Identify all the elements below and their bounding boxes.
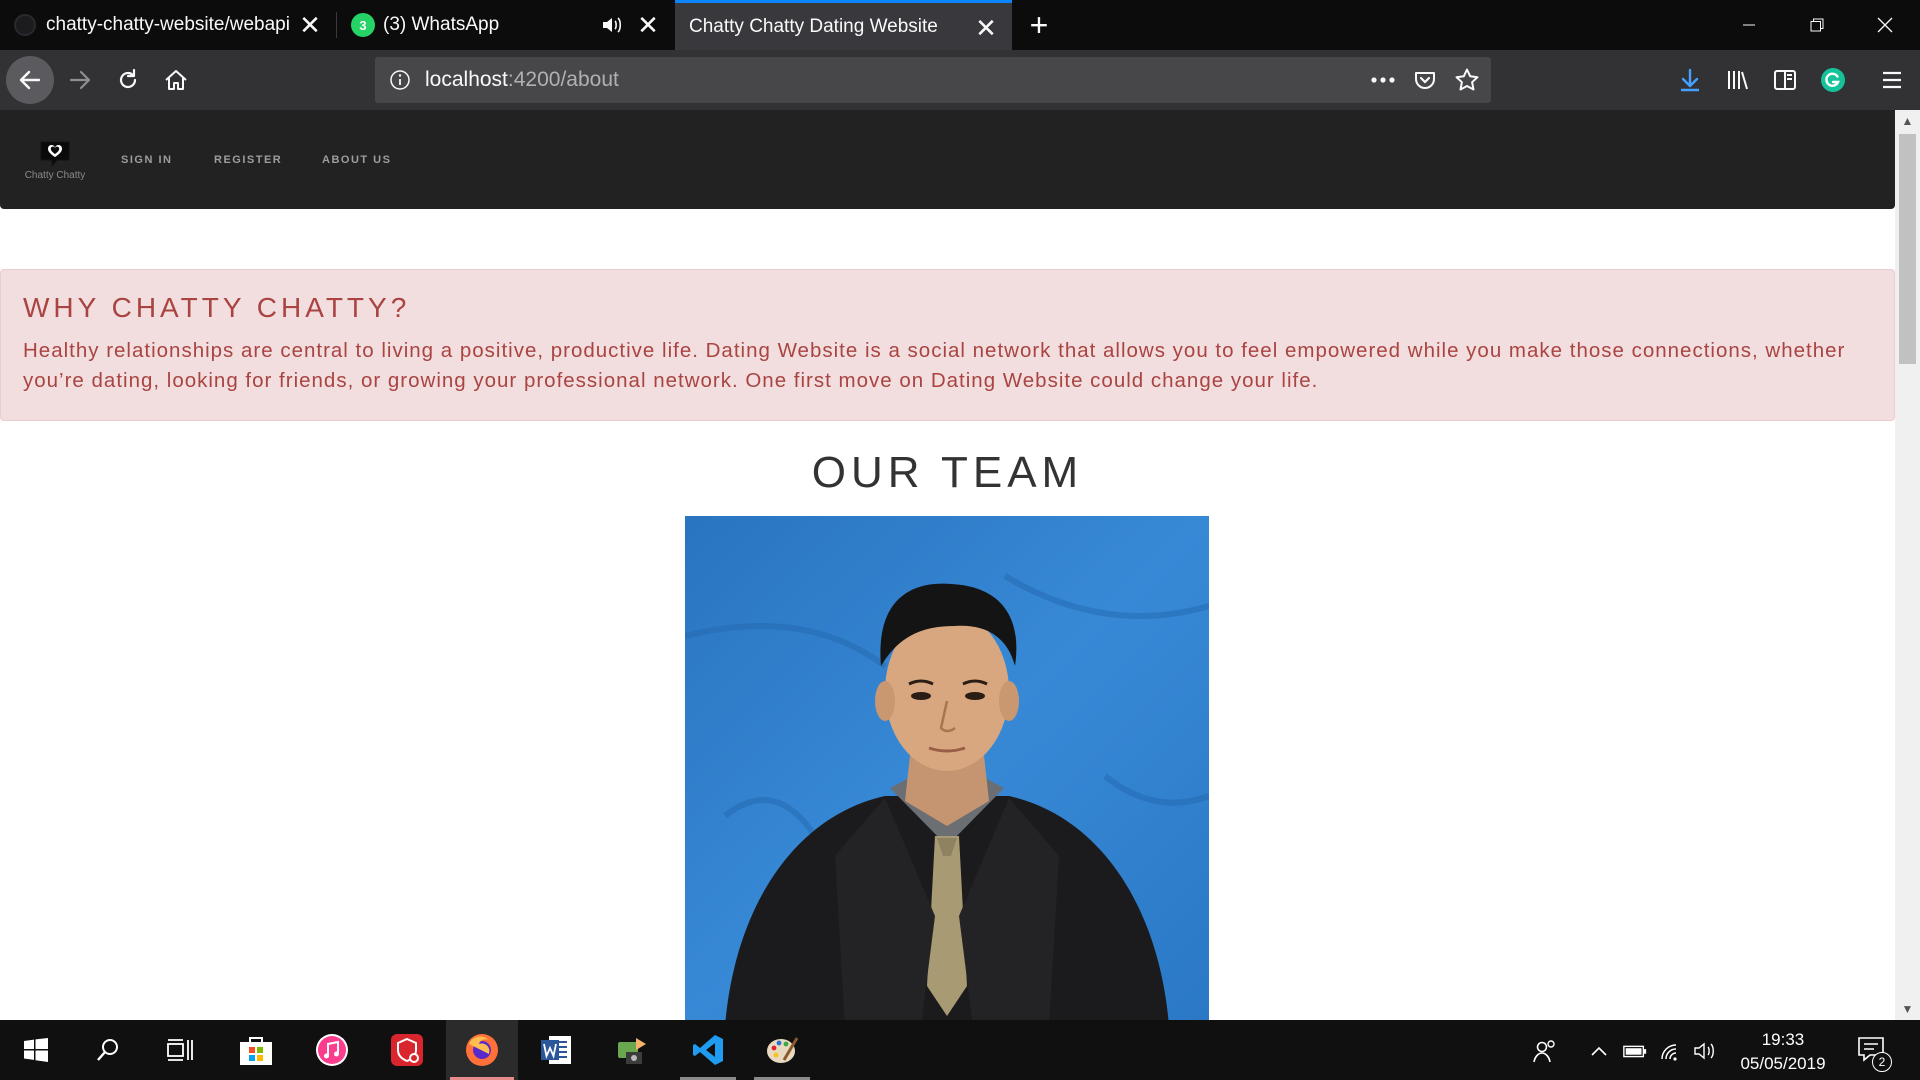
shield-app-icon: [391, 1034, 423, 1066]
firefox-app[interactable]: [446, 1020, 518, 1080]
task-view-button[interactable]: [148, 1020, 212, 1080]
task-view-icon: [167, 1039, 193, 1061]
word-icon: [541, 1036, 571, 1064]
scroll-up-arrow[interactable]: ▲: [1895, 110, 1920, 132]
site-info-icon[interactable]: [389, 69, 411, 91]
tab-whatsapp[interactable]: 3 (3) WhatsApp ✕: [337, 0, 674, 50]
antivirus-app[interactable]: [375, 1020, 439, 1080]
wifi-icon[interactable]: [1659, 1038, 1685, 1064]
menu-icon[interactable]: [1872, 60, 1912, 100]
people-icon[interactable]: [1532, 1038, 1558, 1064]
speaker-icon[interactable]: [600, 13, 624, 37]
url-text[interactable]: localhost:4200/about: [425, 68, 619, 92]
scroll-thumb[interactable]: [1899, 134, 1916, 364]
store-icon: [240, 1037, 272, 1065]
browser-tab-strip: chatty-chatty-website/webapi ✕ 3 (3) Wha…: [0, 0, 1920, 50]
windows-icon: [24, 1038, 48, 1062]
page-scrollbar[interactable]: ▲ ▼: [1895, 110, 1920, 1020]
back-button[interactable]: [6, 56, 54, 104]
clock-time: 19:33: [1761, 1030, 1805, 1049]
alert-body: Healthy relationships are central to liv…: [23, 339, 1846, 392]
store-app[interactable]: [224, 1020, 288, 1080]
search-icon: [97, 1039, 118, 1061]
library-icon[interactable]: [1718, 60, 1758, 100]
team-member-photo: [685, 516, 1209, 1020]
downloads-icon[interactable]: [1670, 60, 1710, 100]
chat-heart-icon: [40, 141, 70, 168]
pocket-icon[interactable]: [1411, 66, 1439, 94]
minimize-button[interactable]: [1714, 0, 1784, 50]
alert-heading: WHY CHATTY CHATTY?: [23, 292, 411, 323]
page-actions-icon[interactable]: [1369, 66, 1397, 94]
url-path: :4200/about: [507, 68, 619, 91]
url-bar[interactable]: localhost:4200/about: [375, 57, 1491, 103]
site-logo[interactable]: Chatty Chatty: [22, 140, 88, 184]
clock-date: 05/05/2019: [1740, 1054, 1826, 1073]
paint-app[interactable]: [750, 1020, 814, 1080]
network-app-icon: [618, 1038, 646, 1064]
close-window-button[interactable]: [1850, 0, 1920, 50]
whatsapp-badge: 3: [359, 17, 367, 33]
close-tab-icon[interactable]: ✕: [636, 12, 660, 38]
system-clock[interactable]: 19:33 05/05/2019: [1728, 1028, 1838, 1076]
battery-icon[interactable]: [1622, 1038, 1648, 1064]
forward-button[interactable]: [56, 56, 104, 104]
show-hidden-icons-chevron-icon[interactable]: [1586, 1038, 1612, 1064]
nav-register[interactable]: REGISTER: [214, 154, 282, 166]
tab-github[interactable]: chatty-chatty-website/webapi ✕: [0, 0, 336, 50]
paint-palette-icon: [767, 1037, 799, 1063]
github-icon: [14, 14, 36, 36]
whatsapp-icon: 3: [351, 13, 375, 37]
tab-title: Chatty Chatty Dating Website: [689, 15, 938, 37]
site-navbar: Chatty Chatty SIGN IN REGISTER ABOUT US: [0, 110, 1895, 209]
nav-about-us[interactable]: ABOUT US: [322, 154, 391, 166]
close-tab-icon[interactable]: ✕: [298, 12, 322, 38]
url-host: localhost: [425, 68, 508, 91]
restore-button[interactable]: [1782, 0, 1852, 50]
firefox-icon: [466, 1034, 498, 1066]
page-viewport: Chatty Chatty SIGN IN REGISTER ABOUT US …: [0, 110, 1895, 1020]
scroll-down-arrow[interactable]: ▼: [1895, 998, 1920, 1020]
vscode-app[interactable]: [676, 1020, 740, 1080]
bookmark-star-icon[interactable]: [1453, 66, 1481, 94]
windows-taskbar: 19:33 05/05/2019 2: [0, 1020, 1920, 1080]
tab-chatty-chatty[interactable]: Chatty Chatty Dating Website ✕: [675, 0, 1012, 50]
tab-title: chatty-chatty-website/webapi: [46, 14, 290, 35]
sidebar-icon[interactable]: [1765, 60, 1805, 100]
why-chatty-alert: WHY CHATTY CHATTY? Healthy relationships…: [0, 269, 1895, 421]
start-button[interactable]: [4, 1020, 68, 1080]
logo-text: Chatty Chatty: [24, 170, 86, 181]
word-app[interactable]: [524, 1020, 588, 1080]
vscode-icon: [693, 1035, 723, 1065]
close-tab-icon[interactable]: ✕: [974, 15, 998, 41]
new-tab-button[interactable]: +: [1022, 7, 1056, 43]
grammarly-icon[interactable]: [1813, 60, 1853, 100]
team-title: OUR TEAM: [811, 448, 1084, 497]
filezilla-app[interactable]: [600, 1020, 664, 1080]
tab-title: (3) WhatsApp: [383, 14, 500, 35]
reload-button[interactable]: [104, 56, 152, 104]
volume-icon[interactable]: [1692, 1038, 1718, 1064]
search-button[interactable]: [76, 1020, 140, 1080]
browser-toolbar: localhost:4200/about: [0, 50, 1920, 110]
notification-count-badge: 2: [1872, 1052, 1892, 1072]
itunes-app[interactable]: [300, 1020, 364, 1080]
home-button[interactable]: [152, 56, 200, 104]
nav-sign-in[interactable]: SIGN IN: [121, 154, 172, 166]
itunes-icon: [316, 1034, 348, 1066]
